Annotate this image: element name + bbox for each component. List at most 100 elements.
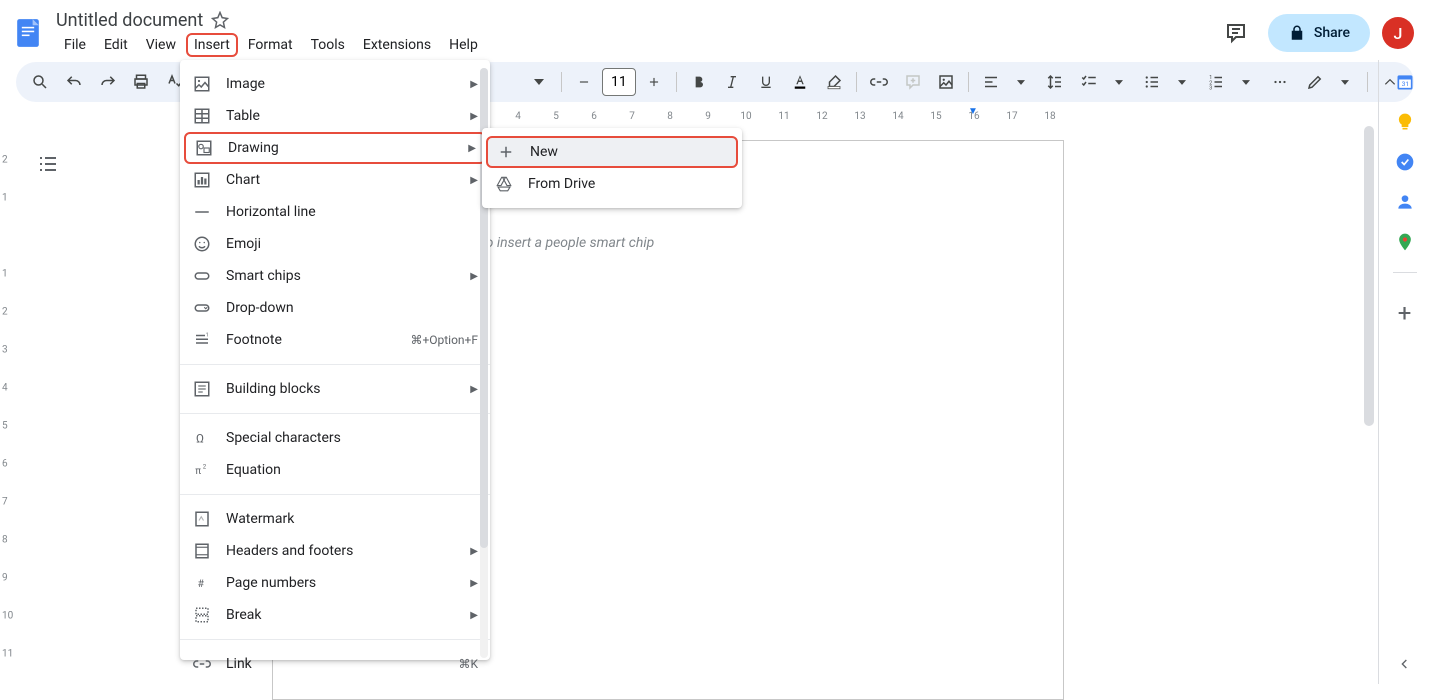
checklist-dropdown-icon[interactable] xyxy=(1103,66,1135,98)
insert-dropdown: Image ▶ Table ▶ Drawing ▶ Chart ▶ Horizo… xyxy=(180,60,490,660)
align-icon[interactable] xyxy=(975,66,1007,98)
menu-item-drawing[interactable]: Drawing ▶ xyxy=(184,132,486,164)
menu-item-emoji[interactable]: Emoji xyxy=(180,228,490,260)
ruler-tick: 7 xyxy=(2,497,8,508)
menu-tools[interactable]: Tools xyxy=(303,33,353,57)
menu-view[interactable]: View xyxy=(138,33,184,57)
scrollbar-thumb[interactable] xyxy=(1364,126,1374,426)
chevron-right-icon: ▶ xyxy=(470,175,478,186)
ruler-tick: 8 xyxy=(667,111,673,122)
checklist-icon[interactable] xyxy=(1073,66,1105,98)
share-button[interactable]: Share xyxy=(1268,14,1370,52)
link-icon[interactable] xyxy=(863,66,895,98)
doc-title[interactable]: Untitled document xyxy=(56,10,203,31)
menu-edit[interactable]: Edit xyxy=(96,33,136,57)
drawing-icon xyxy=(194,138,214,158)
highlight-icon[interactable] xyxy=(818,66,850,98)
more-icon[interactable] xyxy=(1264,66,1296,98)
search-icon[interactable] xyxy=(24,66,56,98)
menu-item-link[interactable]: Link ⌘K xyxy=(180,648,490,680)
numbered-list-icon[interactable]: 123 xyxy=(1200,66,1232,98)
insert-image-icon[interactable] xyxy=(930,66,962,98)
star-icon[interactable] xyxy=(211,11,229,29)
contacts-icon[interactable] xyxy=(1395,192,1415,212)
blocks-icon xyxy=(192,379,212,399)
menu-item-pagenumbers[interactable]: # Page numbers ▶ xyxy=(180,567,490,599)
submenu-item-new[interactable]: New xyxy=(486,136,738,168)
menu-item-smartchips[interactable]: Smart chips ▶ xyxy=(180,260,490,292)
submenu-item-fromdrive[interactable]: From Drive xyxy=(482,168,742,200)
font-size-input[interactable]: 11 xyxy=(602,68,636,96)
ruler-tick: 2 xyxy=(2,155,8,166)
svg-text:2: 2 xyxy=(203,464,207,471)
menu-item-watermark[interactable]: Watermark xyxy=(180,503,490,535)
menu-item-hline[interactable]: Horizontal line xyxy=(180,196,490,228)
ruler-tick: 11 xyxy=(2,649,13,660)
menu-help[interactable]: Help xyxy=(441,33,486,57)
decrease-font-icon[interactable] xyxy=(568,66,600,98)
keep-icon[interactable] xyxy=(1395,112,1415,132)
font-dropdown-icon[interactable] xyxy=(523,66,555,98)
menu-label: Smart chips xyxy=(226,268,456,284)
undo-icon[interactable] xyxy=(58,66,90,98)
chevron-right-icon: ▶ xyxy=(470,578,478,589)
expand-side-icon[interactable] xyxy=(1397,656,1413,672)
menu-item-break[interactable]: Break ▶ xyxy=(180,599,490,631)
bold-icon[interactable] xyxy=(683,66,715,98)
add-addon-icon[interactable]: + xyxy=(1385,293,1425,333)
ruler-marker-icon[interactable]: ▼ xyxy=(968,106,978,117)
ruler-tick: 1 xyxy=(2,269,8,280)
numbered-dropdown-icon[interactable] xyxy=(1230,66,1262,98)
vertical-scrollbar[interactable] xyxy=(1364,126,1374,666)
menu-label: Drop-down xyxy=(226,300,478,316)
menu-item-chart[interactable]: Chart ▶ xyxy=(180,164,490,196)
maps-icon[interactable] xyxy=(1395,232,1415,252)
menu-item-headers[interactable]: Headers and footers ▶ xyxy=(180,535,490,567)
menu-format[interactable]: Format xyxy=(240,33,301,57)
menu-divider xyxy=(180,364,490,365)
ruler-tick: 14 xyxy=(892,111,903,122)
menu-item-image[interactable]: Image ▶ xyxy=(180,68,490,100)
vertical-ruler: 2 1 1 2 3 4 5 6 7 8 9 10 11 xyxy=(0,126,16,684)
footnote-icon: 1 xyxy=(192,330,212,350)
menu-insert[interactable]: Insert xyxy=(186,33,238,57)
menu-item-special[interactable]: Ω Special characters xyxy=(180,422,490,454)
svg-text:π: π xyxy=(195,466,201,477)
svg-text:3: 3 xyxy=(1209,86,1212,92)
menu-item-blocks[interactable]: Building blocks ▶ xyxy=(180,373,490,405)
menu-item-dropdown[interactable]: Drop-down xyxy=(180,292,490,324)
menu-item-equation[interactable]: π2 Equation xyxy=(180,454,490,486)
menu-label: Table xyxy=(226,108,456,124)
editing-mode-icon[interactable] xyxy=(1300,66,1332,98)
tasks-icon[interactable] xyxy=(1395,152,1415,172)
print-icon[interactable] xyxy=(125,66,157,98)
dropdown-icon xyxy=(192,298,212,318)
menu-divider xyxy=(180,413,490,414)
bullet-list-icon[interactable] xyxy=(1136,66,1168,98)
underline-icon[interactable] xyxy=(750,66,782,98)
menu-shortcut: ⌘K xyxy=(458,657,478,671)
menu-item-footnote[interactable]: 1 Footnote ⌘+Option+F xyxy=(180,324,490,356)
redo-icon[interactable] xyxy=(92,66,124,98)
ruler-tick: 6 xyxy=(2,459,8,470)
increase-font-icon[interactable] xyxy=(638,66,670,98)
side-panel: 31 + xyxy=(1378,60,1430,684)
editing-dropdown-icon[interactable] xyxy=(1329,66,1361,98)
italic-icon[interactable] xyxy=(716,66,748,98)
bullet-dropdown-icon[interactable] xyxy=(1166,66,1198,98)
avatar[interactable]: J xyxy=(1382,17,1414,49)
line-spacing-icon[interactable] xyxy=(1039,66,1071,98)
comment-icon[interactable] xyxy=(897,66,929,98)
ruler-tick: 12 xyxy=(816,111,827,122)
chips-icon xyxy=(192,266,212,286)
text-color-icon[interactable] xyxy=(784,66,816,98)
calendar-icon[interactable]: 31 xyxy=(1395,72,1415,92)
docs-logo[interactable] xyxy=(8,13,48,53)
menu-item-table[interactable]: Table ▶ xyxy=(180,100,490,132)
comments-icon[interactable] xyxy=(1216,13,1256,53)
chevron-right-icon: ▶ xyxy=(470,384,478,395)
menu-file[interactable]: File xyxy=(56,33,94,57)
align-dropdown-icon[interactable] xyxy=(1005,66,1037,98)
menu-extensions[interactable]: Extensions xyxy=(355,33,439,57)
plus-icon xyxy=(496,142,516,162)
